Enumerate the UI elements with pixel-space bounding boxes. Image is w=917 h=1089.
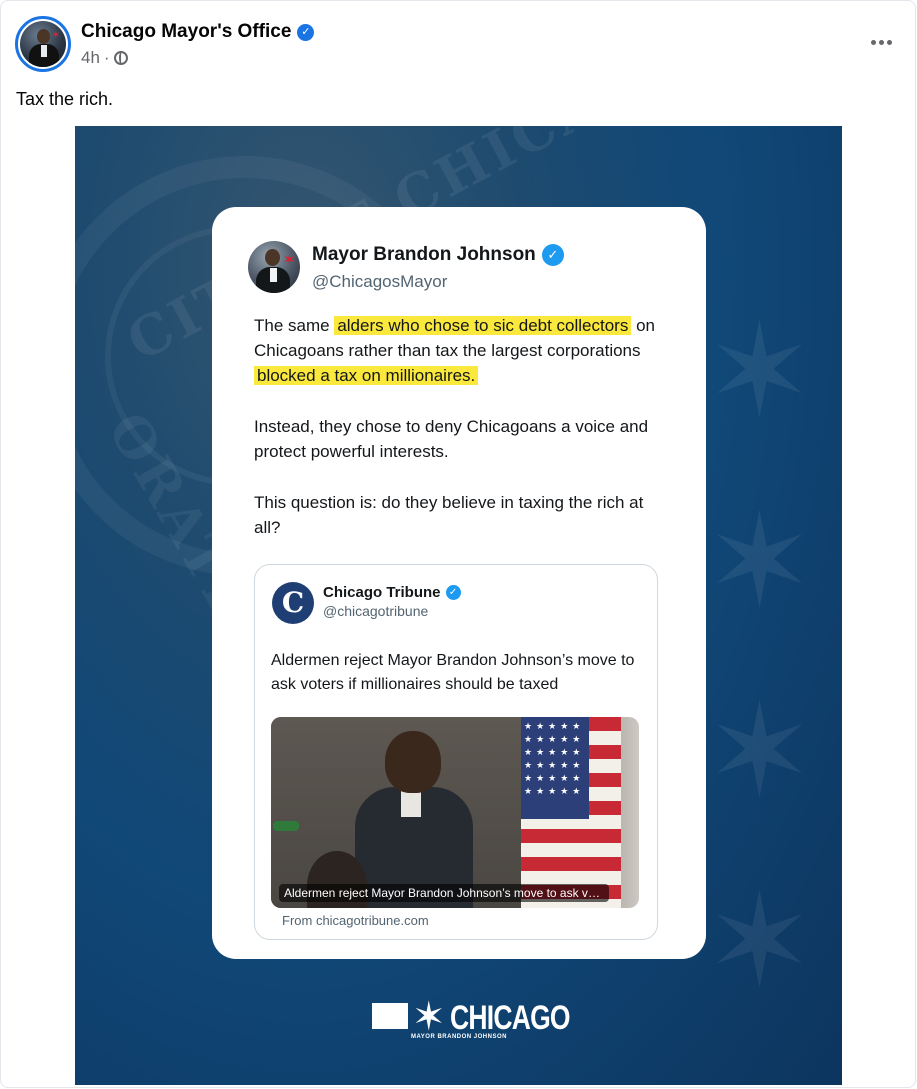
article-source: From chicagotribune.com — [282, 913, 429, 928]
page-name[interactable]: Chicago Mayor's Office ✓ — [81, 21, 315, 43]
background-star-icon: ✶ — [705, 868, 814, 1014]
verified-badge-icon: ✓ — [445, 585, 461, 600]
tweet-text: The same — [254, 316, 335, 335]
tweet-paragraph-3: This question is: do they believe in tax… — [254, 493, 644, 537]
background-star-icon: ✶ — [705, 678, 814, 824]
tweet-body: The same alders who chose to sic debt co… — [254, 313, 674, 566]
quoted-author-name-text: Chicago Tribune — [323, 584, 441, 601]
meta-separator: · — [103, 48, 110, 67]
page-name-text[interactable]: Chicago Mayor's Office — [81, 21, 291, 43]
chicago-brand-logo: ✶ CHICAGO — [372, 995, 603, 1039]
post-caption: Tax the rich. — [16, 89, 114, 109]
verified-badge-icon: ✓ — [297, 23, 315, 41]
photo-caption: Aldermen reject Mayor Brandon Johnson’s … — [279, 884, 609, 902]
post-image[interactable]: CITY OF CHICAGO ORATE ✶ ✶ ✶ ✶ ✶ Mayor Br… — [75, 126, 842, 1085]
more-options-icon[interactable] — [867, 28, 895, 56]
quoted-handle: @chicagotribune — [323, 603, 429, 619]
brand-subtext: MAYOR BRANDON JOHNSON — [411, 1034, 507, 1040]
highlighted-text: alders who chose to sic debt collectors — [334, 316, 632, 335]
verified-badge-icon: ✓ — [541, 244, 564, 266]
american-flag: ★★★★★★★★★★★★★★★★★★★★★★★★★★★★★★ — [521, 717, 621, 908]
article-headline: Aldermen reject Mayor Brandon Johnson’s … — [271, 652, 635, 693]
quoted-author-name: Chicago Tribune ✓ — [323, 584, 461, 601]
tribune-logo-icon: C — [272, 582, 314, 624]
microphone — [273, 821, 299, 831]
highlighted-text: blocked a tax on millionaires. — [254, 366, 479, 385]
tweet-card: ✶ Mayor Brandon Johnson ✓ @ChicagosMayor… — [212, 207, 706, 959]
tweet-handle: @ChicagosMayor — [312, 272, 448, 291]
brand-box — [372, 1003, 408, 1029]
star-icon: ✶ — [282, 252, 296, 269]
background-star-icon: ✶ — [705, 298, 814, 444]
background-star-icon: ✶ — [705, 488, 814, 634]
facebook-post: ✶ Chicago Mayor's Office ✓ 4h · Tax the … — [0, 0, 917, 1089]
avatar-photo: ✶ — [20, 21, 66, 67]
post-time[interactable]: 4h — [81, 48, 100, 68]
tweet-paragraph-2: Instead, they chose to deny Chicagoans a… — [254, 417, 649, 461]
tweet-avatar: ✶ — [248, 241, 300, 293]
tweet-paragraph-1: The same alders who chose to sic debt co… — [254, 313, 674, 388]
brand-text: CHICAGO — [449, 999, 571, 1037]
globe-icon[interactable] — [113, 51, 128, 65]
quoted-tweet: C Chicago Tribune ✓ @chicagotribune Alde… — [254, 564, 658, 940]
tweet-author-name: Mayor Brandon Johnson ✓ — [312, 244, 564, 266]
post-meta: 4h · — [81, 48, 128, 68]
page-avatar[interactable]: ✶ — [15, 16, 71, 72]
tweet-author-name-text: Mayor Brandon Johnson — [312, 244, 536, 265]
article-photo: ★★★★★★★★★★★★★★★★★★★★★★★★★★★★★★ Aldermen … — [271, 717, 639, 908]
star-icon: ✶ — [51, 30, 60, 41]
brand-star-icon: ✶ — [412, 995, 446, 1039]
